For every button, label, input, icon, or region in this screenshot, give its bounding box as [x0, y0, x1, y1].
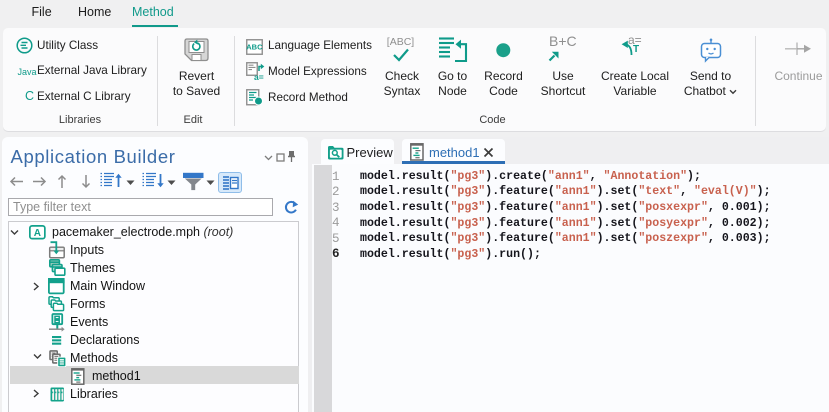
svg-text:A: A	[33, 228, 40, 239]
svg-text:a=: a=	[254, 72, 264, 81]
svg-text:ABC: ABC	[246, 43, 263, 52]
